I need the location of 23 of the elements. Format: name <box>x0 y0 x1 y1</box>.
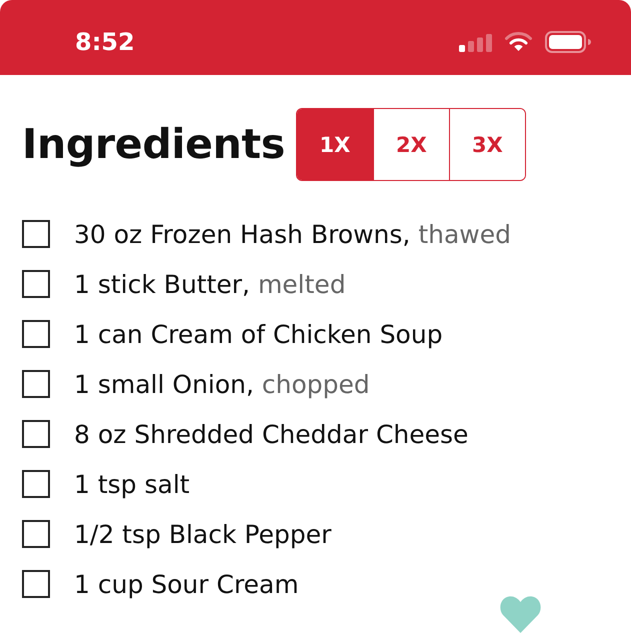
ingredients-title: Ingredients <box>22 124 285 165</box>
battery-icon <box>545 30 591 52</box>
ingredient-text: 1/2 tsp Black Pepper <box>74 520 332 548</box>
checkbox[interactable] <box>22 370 50 398</box>
ingredient-text: 1 cup Sour Cream <box>74 570 299 598</box>
checkbox[interactable] <box>22 570 50 598</box>
checkbox[interactable] <box>22 470 50 498</box>
servings-option[interactable]: 3X <box>448 109 525 180</box>
ingredient-text: 8 oz Shredded Cheddar Cheese <box>74 420 468 448</box>
ingredient-text: 30 oz Frozen Hash Browns, thawed <box>74 220 511 248</box>
signal-icon <box>459 34 492 52</box>
ingredient-text: 1 can Cream of Chicken Soup <box>74 320 443 348</box>
ingredient-text: 1 stick Butter, melted <box>74 270 346 298</box>
checkbox[interactable] <box>22 270 50 298</box>
servings-option[interactable]: 1X <box>296 109 373 180</box>
checkbox[interactable] <box>22 520 50 548</box>
status-time: 8:52 <box>75 28 135 56</box>
checkbox[interactable] <box>22 420 50 448</box>
ingredient-text: 1 small Onion, chopped <box>74 370 370 398</box>
checkbox[interactable] <box>22 320 50 348</box>
wifi-icon <box>505 32 532 51</box>
ingredient-text: 1 tsp salt <box>74 470 190 498</box>
checkbox[interactable] <box>22 220 50 248</box>
